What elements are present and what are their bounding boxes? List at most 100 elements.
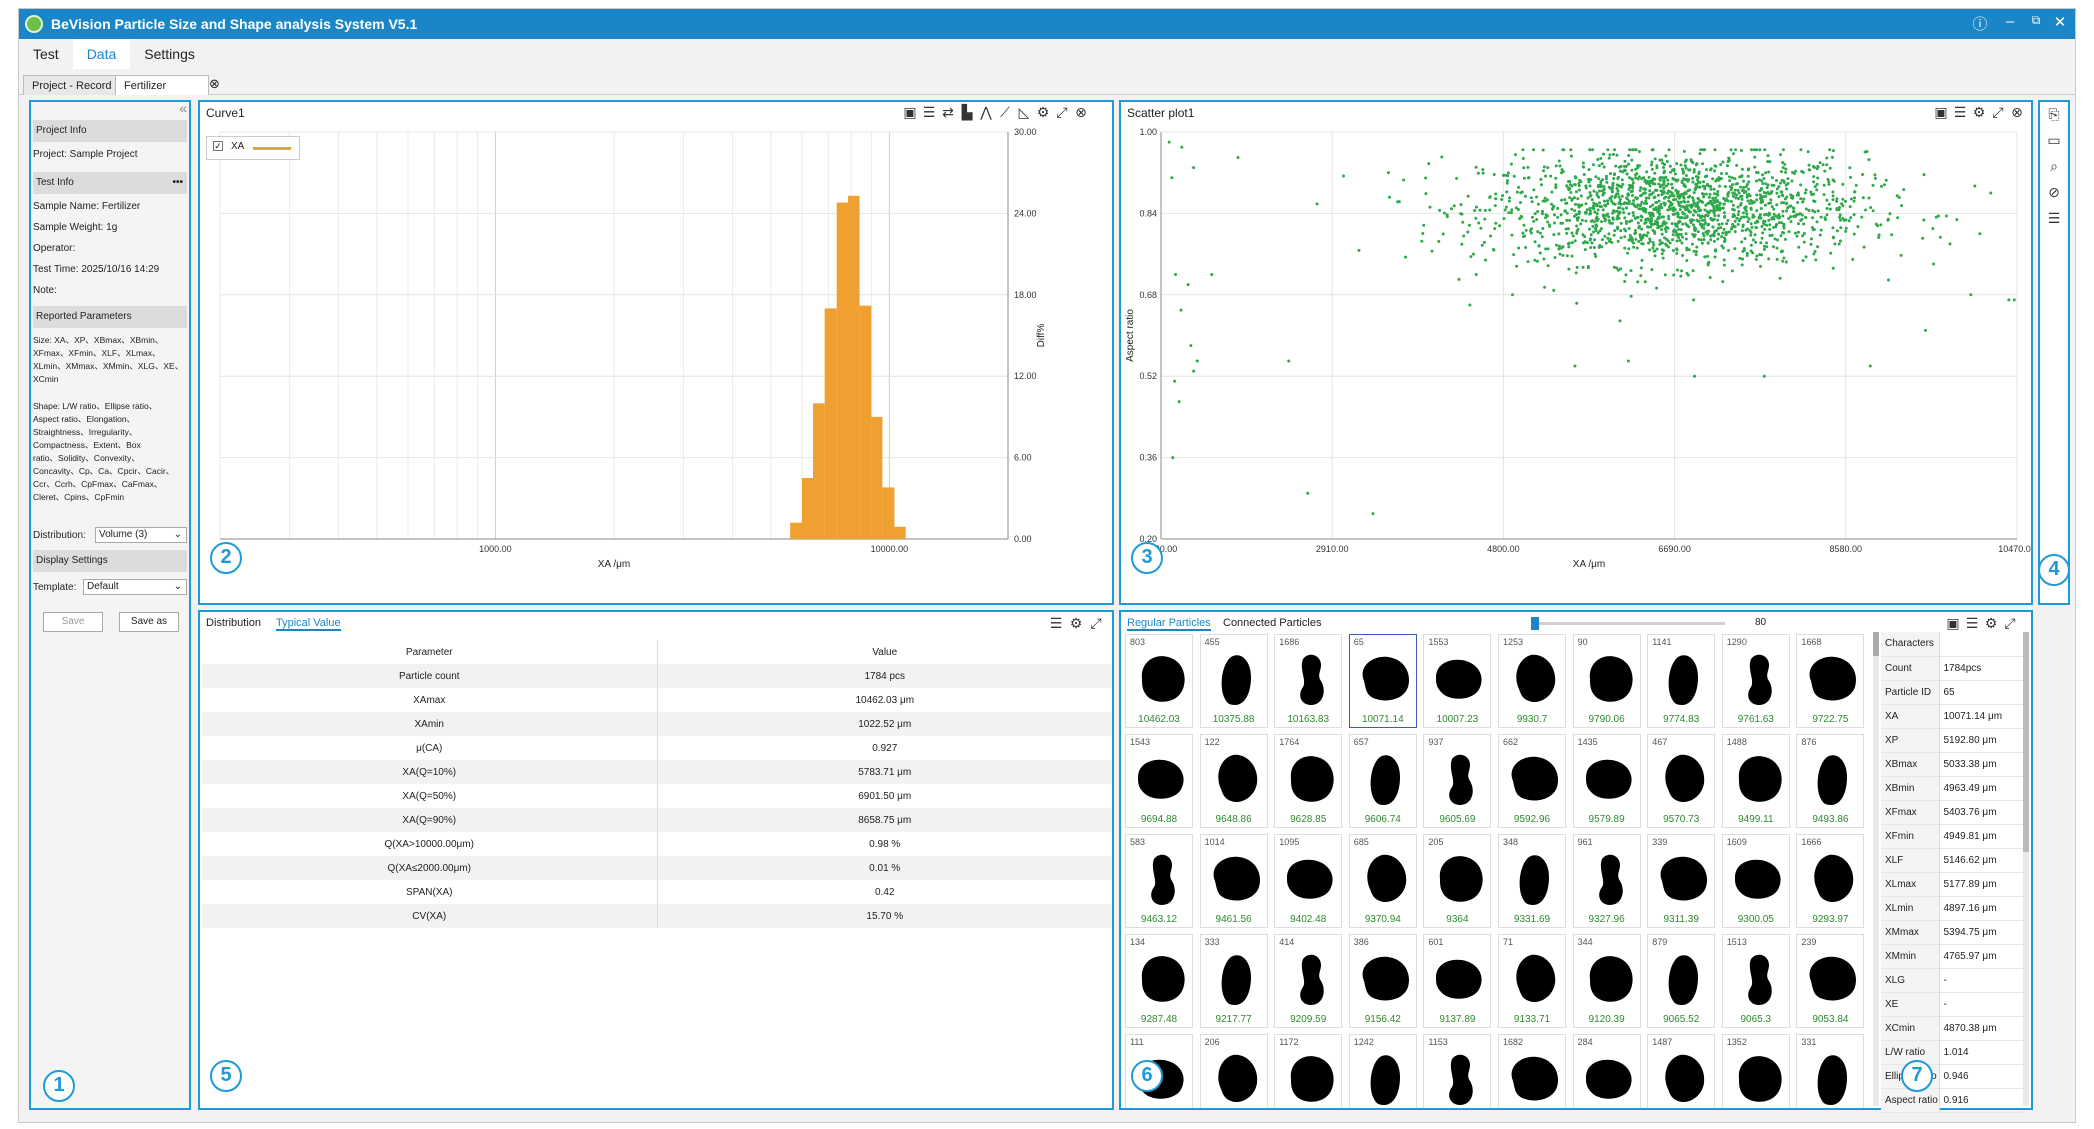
close-circle-icon[interactable]: ⊗: [2009, 104, 2025, 120]
particle-card[interactable]: 1352: [1721, 1034, 1790, 1108]
particle-card[interactable]: 284: [1572, 1034, 1641, 1108]
particle-card[interactable]: 961 9327.96: [1572, 834, 1641, 928]
line-chart-icon[interactable]: ⟋: [997, 104, 1013, 120]
particle-card[interactable]: 331: [1796, 1034, 1865, 1108]
grid-scrollbar[interactable]: [1873, 632, 1879, 1106]
particle-card[interactable]: 414 9209.59: [1274, 934, 1343, 1028]
project-info-header[interactable]: Project Info: [33, 120, 187, 142]
particle-card[interactable]: 803 10462.03: [1125, 634, 1193, 728]
particle-card[interactable]: 583 9463.12: [1125, 834, 1193, 928]
particle-card[interactable]: 1668 9722.75: [1796, 634, 1865, 728]
menu-test[interactable]: Test: [19, 39, 73, 69]
distribution-select[interactable]: Volume (3) ⌄: [95, 527, 187, 543]
particle-card[interactable]: 134 9287.48: [1125, 934, 1193, 1028]
list-icon[interactable]: ☰: [1952, 104, 1968, 120]
particle-card[interactable]: 1095 9402.48: [1274, 834, 1343, 928]
particle-card[interactable]: 1487: [1647, 1034, 1716, 1108]
particle-card[interactable]: 1666 9293.97: [1796, 834, 1865, 928]
peak-icon[interactable]: ⋀: [978, 104, 994, 120]
search-doc-icon[interactable]: ⌕: [2046, 158, 2062, 174]
particle-card[interactable]: 348 9331.69: [1498, 834, 1566, 928]
particle-card[interactable]: 386 9156.42: [1348, 934, 1417, 1028]
particle-card[interactable]: 205 9364: [1423, 834, 1492, 928]
particle-card[interactable]: 1488 9499.11: [1721, 734, 1790, 828]
particle-card[interactable]: 1153: [1423, 1034, 1492, 1108]
particle-card[interactable]: 1290 9761.63: [1721, 634, 1790, 728]
expand-icon[interactable]: ⤢: [2002, 615, 2018, 631]
particle-card[interactable]: 1682: [1498, 1034, 1566, 1108]
particle-card[interactable]: 344 9120.39: [1572, 934, 1641, 1028]
particle-card[interactable]: 1014 9461.56: [1199, 834, 1268, 928]
histogram-icon[interactable]: ▙: [959, 104, 975, 120]
expand-icon[interactable]: ⤢: [1054, 104, 1070, 120]
particle-card[interactable]: 1543 9694.88: [1125, 734, 1193, 828]
particle-card[interactable]: 879 9065.52: [1647, 934, 1716, 1028]
particle-card[interactable]: 206: [1199, 1034, 1268, 1108]
particle-card[interactable]: 657 9606.74: [1348, 734, 1417, 828]
particle-card[interactable]: 876 9493.86: [1796, 734, 1865, 828]
particle-card[interactable]: 601 9137.89: [1423, 934, 1492, 1028]
particle-card[interactable]: 1764 9628.85: [1274, 734, 1343, 828]
test-info-header[interactable]: Test Info •••: [33, 172, 187, 194]
help-icon[interactable]: ⓘ: [1969, 13, 1991, 34]
legend-checkbox[interactable]: ✓: [213, 141, 223, 151]
display-settings-header[interactable]: Display Settings: [33, 550, 187, 572]
particle-card[interactable]: 1609 9300.05: [1721, 834, 1790, 928]
image-icon[interactable]: ▣: [1933, 104, 1949, 120]
list-icon[interactable]: ☰: [1964, 615, 1980, 631]
close-icon[interactable]: ✕: [2049, 13, 2071, 31]
template-select[interactable]: Default ⌄: [83, 579, 187, 595]
minimize-icon[interactable]: –: [1999, 13, 2021, 30]
particle-card[interactable]: 1553 10007.23: [1423, 634, 1492, 728]
grid-scroll-thumb[interactable]: [1873, 632, 1879, 656]
swap-icon[interactable]: ⇄: [940, 104, 956, 120]
reported-parameters-header[interactable]: Reported Parameters: [33, 306, 187, 328]
export-icon[interactable]: ⎘: [2046, 106, 2062, 122]
collapse-icon[interactable]: «: [33, 101, 187, 115]
settings-icon[interactable]: ⚙: [1971, 104, 1987, 120]
particle-card[interactable]: 122 9648.86: [1199, 734, 1268, 828]
menu-settings[interactable]: Settings: [130, 39, 209, 69]
particle-card[interactable]: 455 10375.88: [1199, 634, 1268, 728]
particle-card[interactable]: 1172: [1274, 1034, 1343, 1108]
particle-card[interactable]: 1141 9774.83: [1647, 634, 1716, 728]
settings-icon[interactable]: ⚙: [1035, 104, 1051, 120]
tab-typical-value[interactable]: Typical Value: [276, 617, 341, 631]
characters-scrollbar[interactable]: [2023, 632, 2029, 1106]
settings-icon[interactable]: ⚙: [1983, 615, 1999, 631]
particle-card[interactable]: 1513 9065.3: [1721, 934, 1790, 1028]
close-circle-icon[interactable]: ⊗: [1073, 104, 1089, 120]
open-folder-icon[interactable]: ▭: [2046, 132, 2062, 148]
tab-fertilizer[interactable]: Fertilizer: [115, 75, 209, 95]
list-icon[interactable]: ☰: [921, 104, 937, 120]
particle-card[interactable]: 1435 9579.89: [1572, 734, 1641, 828]
particle-card[interactable]: 90 9790.06: [1572, 634, 1641, 728]
particle-card[interactable]: 71 9133.71: [1498, 934, 1566, 1028]
tab-project-record[interactable]: Project - Record: [23, 75, 121, 95]
expand-icon[interactable]: ⤢: [1990, 104, 2006, 120]
particle-card[interactable]: 339 9311.39: [1647, 834, 1716, 928]
image-icon[interactable]: ▣: [1945, 615, 1961, 631]
menu-data[interactable]: Data: [72, 39, 131, 69]
area-chart-icon[interactable]: ◺: [1016, 104, 1032, 120]
particle-card[interactable]: 937 9605.69: [1423, 734, 1492, 828]
expand-icon[interactable]: ⤢: [1088, 615, 1104, 631]
particle-card[interactable]: 685 9370.94: [1348, 834, 1417, 928]
particle-card[interactable]: 239 9053.84: [1796, 934, 1865, 1028]
particle-card[interactable]: 1242: [1348, 1034, 1417, 1108]
settings-icon[interactable]: ⚙: [1068, 615, 1084, 631]
image-icon[interactable]: ▣: [902, 104, 918, 120]
more-icon[interactable]: •••: [172, 176, 183, 189]
particle-card[interactable]: 333 9217.77: [1199, 934, 1268, 1028]
report-icon[interactable]: ☰: [2046, 210, 2062, 226]
particle-card[interactable]: 65 10071.14: [1348, 634, 1417, 728]
tab-close-icon[interactable]: ⊗: [209, 76, 220, 92]
save-as-button[interactable]: Save as: [119, 612, 179, 632]
save-button[interactable]: Save: [43, 612, 103, 632]
particle-card[interactable]: 1686 10163.83: [1274, 634, 1343, 728]
list-icon[interactable]: ☰: [1048, 615, 1064, 631]
restore-icon[interactable]: ⧉: [2025, 13, 2047, 28]
particle-card[interactable]: 467 9570.73: [1647, 734, 1716, 828]
tab-distribution[interactable]: Distribution: [206, 617, 261, 629]
particle-card[interactable]: 1253 9930.7: [1498, 634, 1566, 728]
